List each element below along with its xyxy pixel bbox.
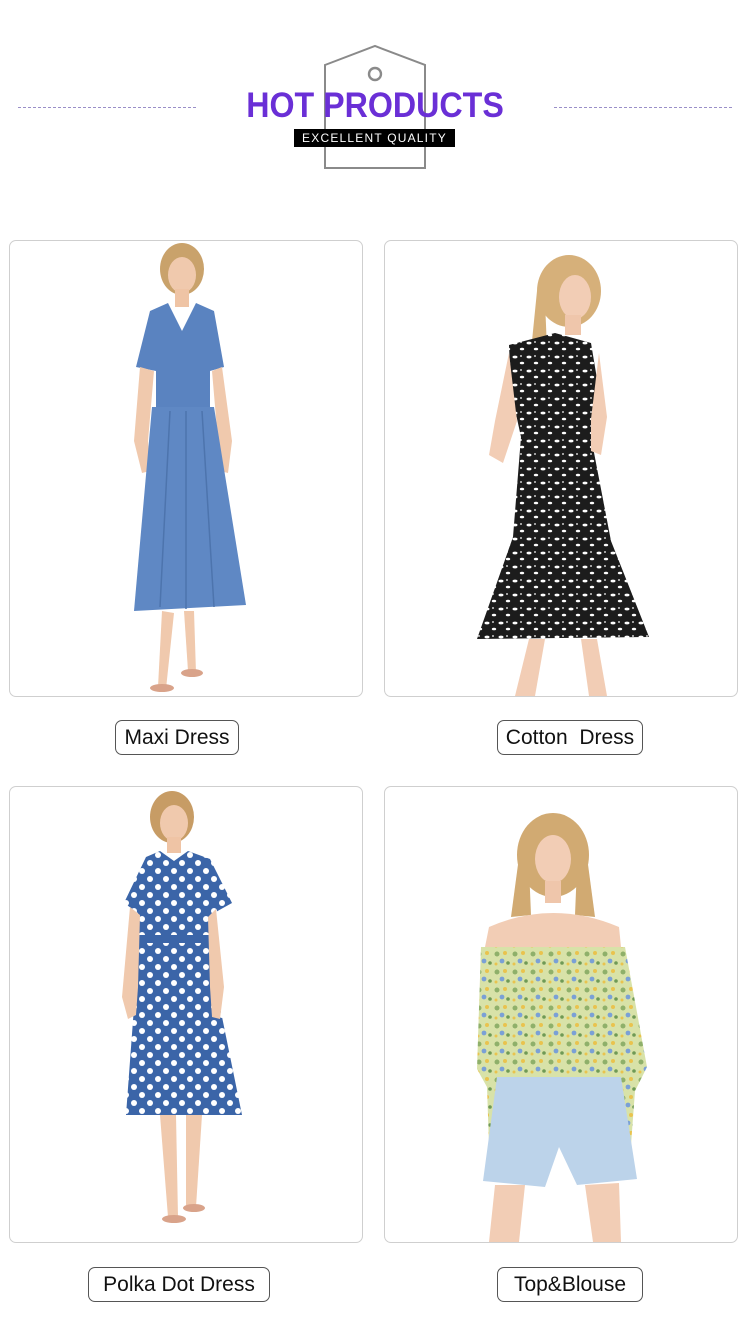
product-card-polka-dot-dress[interactable] <box>9 786 363 1243</box>
product-label-polka-dot-dress[interactable]: Polka Dot Dress <box>88 1267 270 1302</box>
product-card-maxi-dress[interactable] <box>9 240 363 697</box>
product-image-cotton-dress <box>477 255 649 696</box>
section-title: HOT PRODUCTS <box>246 86 504 125</box>
product-label-cotton-dress[interactable]: Cotton Dress <box>497 720 643 755</box>
product-card-cotton-dress[interactable] <box>384 240 738 697</box>
product-image-maxi-dress <box>134 243 246 692</box>
product-label-top-blouse[interactable]: Top&Blouse <box>497 1267 643 1302</box>
section-subtitle-badge: EXCELLENT QUALITY <box>294 129 455 147</box>
product-label-maxi-dress[interactable]: Maxi Dress <box>115 720 239 755</box>
product-card-top-blouse[interactable] <box>384 786 738 1243</box>
product-image-polka-dot-dress <box>122 791 242 1223</box>
product-image-top-blouse <box>477 813 647 1242</box>
